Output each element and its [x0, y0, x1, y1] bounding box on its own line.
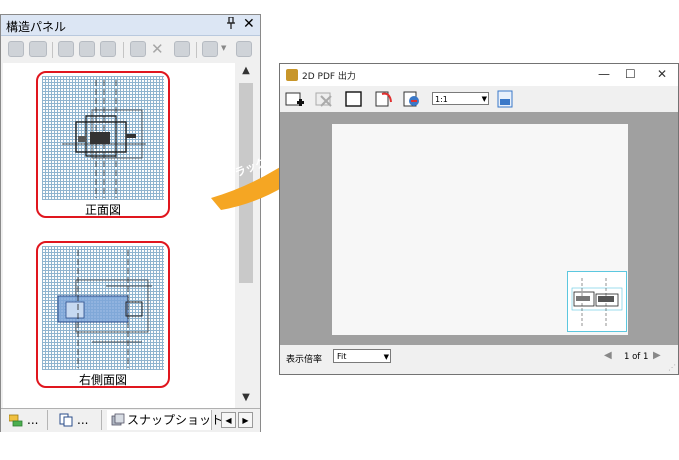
- delete-page-icon[interactable]: [315, 90, 335, 108]
- tab-label: スナップショット: [127, 413, 224, 427]
- snapshot-thumbnail: [42, 76, 164, 200]
- page-indicator: 1 of 1: [624, 352, 649, 362]
- vertical-scrollbar[interactable]: ▲ ▼: [237, 63, 255, 408]
- placed-snapshot[interactable]: [567, 271, 627, 332]
- rotate-icon[interactable]: [374, 90, 394, 108]
- snapshot-icon: [111, 413, 125, 427]
- tab-prev-button[interactable]: ◀: [221, 412, 236, 428]
- zoom-value: 1:1: [435, 95, 448, 104]
- pdf-preview-area: [280, 112, 678, 345]
- tab-label: ...: [77, 413, 89, 427]
- pin-icon[interactable]: [226, 16, 236, 32]
- resize-grip-icon[interactable]: ⋰: [668, 363, 676, 372]
- new-window-icon[interactable]: [29, 41, 47, 57]
- filter-icon[interactable]: [100, 41, 116, 57]
- pdf-output-window: 2D PDF 出力 — ☐ ✕ 1:1 ▼ 表示倍率 Fit ▼ ◀ 1 of …: [279, 63, 679, 375]
- toolbar-separator: [123, 42, 124, 58]
- refresh-icon[interactable]: [402, 90, 422, 108]
- snapshot-caption: 右側面図: [78, 373, 127, 387]
- panel-toolbar: ✕ ▼: [1, 36, 260, 62]
- fit-value: Fit: [337, 352, 347, 361]
- tab-snapshot[interactable]: スナップショット: [107, 410, 223, 430]
- next-page-icon[interactable]: ▶: [653, 350, 661, 361]
- close-icon[interactable]: ✕: [243, 16, 255, 32]
- panel-title-bar: 構造パネル ✕: [1, 15, 260, 36]
- list-item[interactable]: 正面図: [36, 71, 170, 218]
- close-icon[interactable]: ✕: [657, 67, 667, 81]
- tab-pages[interactable]: ...: [53, 410, 102, 430]
- list-icon[interactable]: [236, 41, 252, 57]
- prev-page-icon[interactable]: ◀: [604, 350, 612, 361]
- export-pdf-icon[interactable]: [496, 90, 516, 108]
- render-icon[interactable]: [130, 41, 146, 57]
- frame-icon[interactable]: [344, 90, 364, 108]
- structure-panel: 構造パネル ✕ ✕ ▼ 正面図 右側面図 ▲ ▼ ... ... スナップショッ…: [0, 14, 261, 432]
- pdf-status-bar: 表示倍率 Fit ▼ ◀ 1 of 1 ▶ ⋰: [280, 345, 678, 374]
- snapshot-caption: 正面図: [84, 203, 121, 217]
- scroll-down-icon[interactable]: ▼: [237, 392, 255, 406]
- pages-icon: [59, 413, 73, 427]
- panel-tab-bar: ... ... スナップショット ◀ ▶: [1, 408, 260, 432]
- maximize-icon[interactable]: ☐: [625, 67, 636, 81]
- list-item[interactable]: 右側面図: [36, 241, 170, 388]
- view-icon[interactable]: [58, 41, 74, 57]
- add-page-icon[interactable]: [285, 90, 305, 108]
- minimize-icon[interactable]: —: [598, 67, 610, 81]
- snapshot-add-icon[interactable]: [8, 41, 24, 57]
- structure-icon[interactable]: [79, 41, 95, 57]
- zoom-label: 表示倍率: [286, 355, 323, 365]
- delete-icon[interactable]: ✕: [151, 40, 164, 58]
- chevron-down-icon: ▼: [481, 95, 487, 103]
- pdf-toolbar: 1:1 ▼: [280, 86, 678, 112]
- chevron-down-icon[interactable]: ▼: [221, 44, 226, 52]
- zoom-select[interactable]: 1:1 ▼: [432, 92, 489, 105]
- properties-icon[interactable]: [174, 41, 190, 57]
- tab-label: ...: [27, 413, 39, 427]
- snapshot-thumbnail: [42, 246, 164, 370]
- snapshot-list: 正面図 右側面図: [3, 63, 235, 408]
- chevron-down-icon: ▼: [383, 353, 389, 361]
- window-title: 2D PDF 出力: [302, 72, 356, 82]
- window-title-bar: 2D PDF 出力 — ☐ ✕: [280, 64, 678, 86]
- tab-structure[interactable]: ...: [3, 410, 48, 430]
- toolbar-separator: [196, 42, 197, 58]
- scroll-up-icon[interactable]: ▲: [237, 65, 255, 79]
- app-icon: [286, 69, 298, 81]
- panel-title: 構造パネル: [6, 20, 67, 34]
- folder-tree-icon: [8, 413, 23, 427]
- pdf-page: [332, 124, 628, 335]
- toolbar-separator: [52, 42, 53, 58]
- layout-icon[interactable]: [202, 41, 218, 57]
- tab-next-button[interactable]: ▶: [238, 412, 253, 428]
- fit-select[interactable]: Fit ▼: [333, 349, 391, 363]
